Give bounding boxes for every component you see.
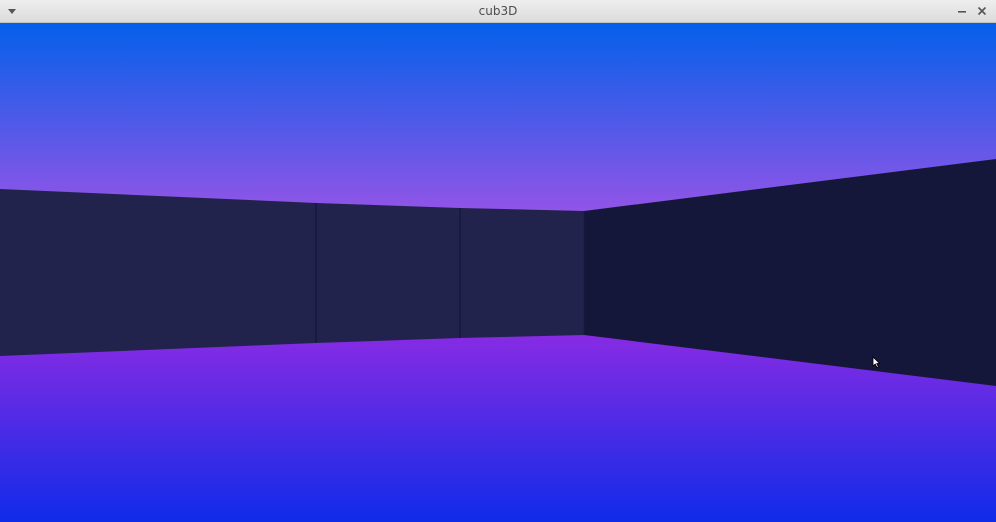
game-window: cub3D (0, 0, 996, 522)
titlebar[interactable]: cub3D (0, 0, 996, 23)
window-title: cub3D (478, 4, 518, 18)
minimize-button[interactable] (953, 2, 971, 20)
close-icon (977, 6, 987, 16)
minimize-icon (958, 11, 966, 13)
wall-left (0, 189, 584, 356)
game-viewport[interactable] (0, 23, 996, 522)
raycast-scene (0, 23, 996, 522)
close-button[interactable] (973, 2, 991, 20)
